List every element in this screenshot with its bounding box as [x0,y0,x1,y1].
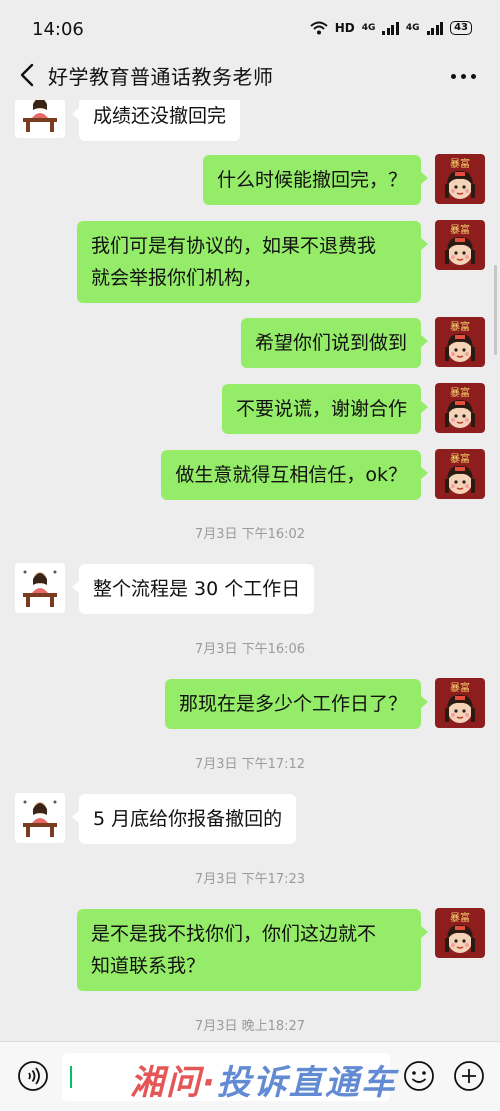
message-text: 5 月底给你报备撤回的 [93,808,283,830]
sent-message[interactable]: 希望你们说到做到 [240,318,429,368]
voice-icon[interactable] [17,1060,49,1092]
timestamp: 7月3日 下午17:12 [194,757,306,772]
sent-message[interactable]: 什么时候能撤回完，？ [202,155,429,205]
message-text-line: 知道联系我？ [91,955,206,977]
message-text: 不要说谎，谢谢合作 [235,398,407,420]
received-message[interactable]: 整个流程是 30 个工作日 [71,564,315,614]
wifi-icon [310,21,328,35]
watermark-text-1: 湘问· [130,1063,217,1103]
message-text: 做生意就得互相信任，ok？ [175,464,407,486]
user-avatar[interactable] [435,154,485,204]
watermark-text-2: 投诉直通车 [216,1063,397,1103]
hd-label: HD [334,21,355,35]
user-avatar[interactable] [435,908,485,958]
contact-avatar[interactable] [15,563,65,613]
user-avatar[interactable] [435,220,485,270]
plus-icon[interactable] [453,1060,485,1092]
sent-message[interactable]: 那现在是多少个工作日了？ [164,679,429,729]
chat-title: 好学教育普通话教务老师 [48,65,274,89]
sent-message[interactable]: 做生意就得互相信任，ok？ [161,450,428,500]
user-avatar[interactable] [435,678,485,728]
status-icons: HD 4G 4G 43 [310,21,472,35]
signal-icon-1 [382,21,399,35]
text-cursor [70,1066,72,1088]
message-text: 什么时候能撤回完，？ [216,169,407,191]
message-text: 那现在是多少个工作日了？ [178,693,407,715]
contact-avatar[interactable] [15,793,65,843]
status-time: 14:06 [32,19,84,40]
sent-message[interactable]: 不要说谎，谢谢合作 [221,384,429,434]
sent-message[interactable]: 是不是我不找你们，你们这边就不 知道联系我？ [77,909,428,991]
received-message[interactable]: 成绩还没撤回完 [71,100,241,141]
message-text: 成绩还没撤回完 [93,105,227,127]
user-avatar[interactable] [435,449,485,499]
sent-message[interactable]: 我们可是有协议的，如果不退费我 就会举报你们机构， [77,221,428,303]
contact-avatar[interactable] [15,100,65,138]
timestamp: 7月3日 下午16:02 [194,527,306,542]
more-dots-icon[interactable] [451,74,476,79]
timestamp: 7月3日 晚上18:27 [194,1019,306,1034]
message-text-line: 是不是我不找你们，你们这边就不 [91,923,377,945]
message-text: 整个流程是 30 个工作日 [93,578,301,600]
signal-icon-2 [426,21,444,35]
emoji-icon[interactable] [403,1060,435,1092]
message-text-line: 就会举报你们机构， [91,267,263,289]
message-text-line: 我们可是有协议的，如果不退费我 [91,235,377,257]
nav-bar: 好学教育普通话教务老师 [0,52,500,100]
network-label-1: 4G [361,23,376,33]
status-bar: 14:06 HD 4G 4G 43 [0,0,500,58]
user-avatar[interactable] [435,317,485,367]
chat-area[interactable]: 成绩还没撤回完 什么时候能撤回完，？ 我们可是有协议的，如果不退费我 就会举报你… [0,100,500,1041]
watermark: 湘问·投诉直通车 [130,1055,397,1104]
chevron-left-icon[interactable] [16,62,40,88]
user-avatar[interactable] [435,383,485,433]
received-message[interactable]: 5 月底给你报备撤回的 [71,794,297,844]
timestamp: 7月3日 下午16:06 [194,642,306,657]
battery-icon: 43 [450,21,472,35]
timestamp: 7月3日 下午17:23 [194,872,306,887]
scrollbar[interactable] [494,265,497,355]
network-label-2: 4G [405,23,420,33]
message-text: 希望你们说到做到 [254,332,407,354]
